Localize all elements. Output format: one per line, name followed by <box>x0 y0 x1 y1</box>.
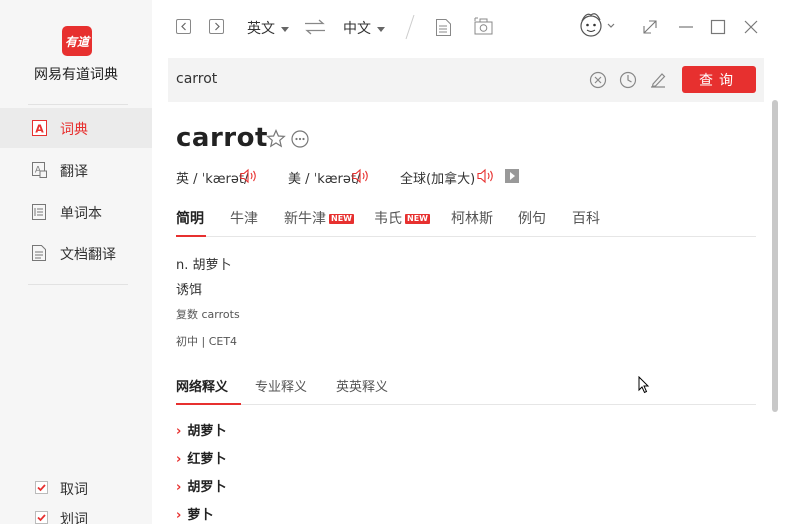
active-tab-indicator <box>176 235 206 237</box>
active-net-tab-indicator <box>176 403 241 405</box>
pronunciation-uk: 英 / ˈkærət/ <box>176 172 249 187</box>
speaker-icon[interactable] <box>352 168 370 184</box>
sidebar-item-wordbook[interactable]: 单词本 <box>0 192 152 232</box>
tab-webster[interactable]: 韦氏 NEW <box>374 208 430 228</box>
tab-oxford[interactable]: 牛津 <box>230 208 258 228</box>
swap-languages-icon[interactable] <box>304 19 326 35</box>
forward-button[interactable] <box>209 19 224 34</box>
plural-form: 复数 carrots <box>176 308 240 321</box>
source-language-select[interactable]: 英文 <box>247 18 289 38</box>
chevron-right-icon: › <box>176 480 182 495</box>
tab-label: 新牛津 <box>284 211 326 227</box>
speaker-icon[interactable] <box>477 168 495 184</box>
speaker-icon[interactable] <box>240 168 258 184</box>
sidebar-item-label: 翻译 <box>60 164 88 180</box>
wordbook-icon <box>32 204 46 220</box>
entry-word: carrot <box>176 123 268 153</box>
sidebar-divider <box>28 104 128 105</box>
chevron-right-icon <box>214 22 220 31</box>
checkbox-label: 取词 <box>60 482 88 498</box>
translate-icon: A <box>32 162 47 178</box>
checkbox-label: 划词 <box>60 512 88 524</box>
search-button[interactable]: 查询 <box>682 66 756 93</box>
tab-encyclopedia[interactable]: 百科 <box>572 208 600 228</box>
list-item[interactable]: › 胡罗卜 <box>176 476 226 495</box>
chevron-down-icon[interactable] <box>607 23 615 29</box>
select-word-checkbox[interactable]: 划词 <box>0 506 152 524</box>
pronunciation-us: 美 / ˈkærət/ <box>288 172 361 187</box>
sidebar: 有道 网易有道词典 A 词典 A 翻译 单词本 文档翻译 取词 划词 <box>0 0 152 524</box>
search-bar: 查询 <box>168 58 764 102</box>
check-icon <box>37 484 46 492</box>
tab-collins[interactable]: 柯林斯 <box>451 208 493 228</box>
chevron-right-icon: › <box>176 452 182 467</box>
list-item-label: 胡罗卜 <box>187 480 227 495</box>
net-tab-divider <box>176 404 756 405</box>
sidebar-divider <box>28 284 128 285</box>
maximize-icon[interactable] <box>709 18 727 36</box>
minimize-icon[interactable] <box>677 18 695 36</box>
dictionary-icon: A <box>32 120 47 136</box>
sidebar-item-dictionary[interactable]: A 词典 <box>0 108 152 148</box>
more-options-icon[interactable] <box>291 130 309 148</box>
avatar-icon[interactable] <box>578 11 604 39</box>
toolbar-separator <box>405 14 415 40</box>
tab-english-definition[interactable]: 英英释义 <box>336 376 388 395</box>
tab-new-oxford[interactable]: 新牛津 NEW <box>284 208 354 228</box>
app-name: 网易有道词典 <box>34 67 118 83</box>
target-language-label: 中文 <box>343 21 371 37</box>
exam-levels: 初中 | CET4 <box>176 335 238 348</box>
chevron-right-icon: › <box>176 508 182 523</box>
top-bar: 英文 中文 <box>152 0 800 55</box>
tab-divider <box>176 236 756 237</box>
caret-down-icon <box>281 26 289 32</box>
app-logo: 有道 <box>62 26 92 56</box>
handwriting-icon[interactable] <box>648 70 668 90</box>
chevron-left-icon <box>180 22 186 31</box>
history-icon[interactable] <box>618 70 638 90</box>
chevron-right-icon: › <box>176 424 182 439</box>
check-icon <box>37 514 46 522</box>
source-language-label: 英文 <box>247 21 275 37</box>
star-icon[interactable] <box>266 129 286 148</box>
sidebar-item-label: 文档翻译 <box>60 247 116 263</box>
tab-professional-definition[interactable]: 专业释义 <box>255 376 307 395</box>
tab-label: 韦氏 <box>374 211 402 227</box>
sidebar-item-label: 词典 <box>60 122 88 138</box>
tab-concise[interactable]: 简明 <box>176 208 204 228</box>
mini-mode-icon[interactable] <box>641 18 659 36</box>
list-item-label: 萝卜 <box>187 508 214 523</box>
play-more-icon[interactable] <box>505 169 519 183</box>
new-badge: NEW <box>405 214 430 224</box>
caret-down-icon <box>377 26 385 32</box>
back-button[interactable] <box>176 19 191 34</box>
checkbox-box[interactable] <box>35 481 48 494</box>
pronunciation-global: 全球(加拿大) <box>400 172 476 187</box>
capture-word-checkbox[interactable]: 取词 <box>0 476 152 500</box>
svg-text:A: A <box>35 123 44 136</box>
list-item[interactable]: › 红萝卜 <box>176 448 226 467</box>
list-item[interactable]: › 胡萝卜 <box>176 420 226 439</box>
sidebar-item-label: 单词本 <box>60 206 102 222</box>
notes-icon[interactable] <box>436 19 451 36</box>
target-language-select[interactable]: 中文 <box>343 18 385 38</box>
close-icon[interactable] <box>742 18 760 36</box>
list-item-label: 胡萝卜 <box>187 424 227 439</box>
definition-line: n. 胡萝卜 <box>176 258 232 273</box>
tab-web-definition[interactable]: 网络释义 <box>176 376 228 395</box>
document-icon <box>32 245 46 261</box>
screenshot-translate-icon[interactable] <box>474 17 493 35</box>
sidebar-item-document-translate[interactable]: 文档翻译 <box>0 233 152 273</box>
scrollbar[interactable] <box>772 100 778 412</box>
new-badge: NEW <box>329 214 354 224</box>
search-input[interactable] <box>176 71 556 87</box>
sidebar-item-translate[interactable]: A 翻译 <box>0 150 152 190</box>
list-item[interactable]: › 萝卜 <box>176 504 213 523</box>
tab-examples[interactable]: 例句 <box>518 208 546 228</box>
mouse-cursor-icon <box>638 376 650 394</box>
definition-line: 诱饵 <box>176 283 203 298</box>
clear-icon[interactable] <box>588 70 608 90</box>
list-item-label: 红萝卜 <box>187 452 227 467</box>
checkbox-box[interactable] <box>35 511 48 524</box>
